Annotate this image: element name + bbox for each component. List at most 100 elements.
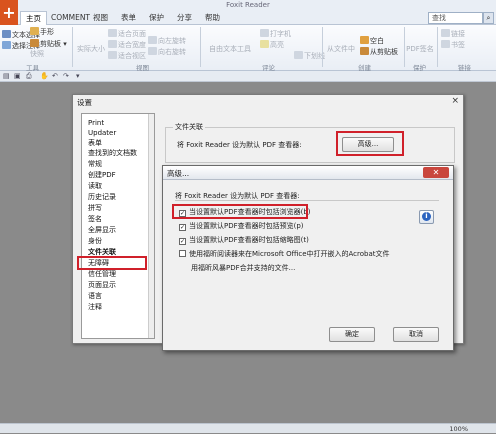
- clipboard-menu[interactable]: 剪贴板 ▾: [30, 39, 67, 49]
- tab-protect[interactable]: 保护: [144, 11, 169, 25]
- checkbox-checked-icon[interactable]: ✓: [179, 238, 186, 245]
- category-reading[interactable]: 读取: [88, 181, 102, 191]
- category-spelling[interactable]: 拼写: [88, 203, 102, 213]
- hand-quick-icon[interactable]: ✋: [40, 72, 49, 81]
- underline-tool[interactable]: 下划线: [294, 51, 325, 61]
- blank-page-icon: [360, 36, 369, 44]
- group-separator: [437, 27, 438, 67]
- select-annotation-icon: [2, 41, 11, 49]
- category-updater[interactable]: Updater: [88, 128, 116, 138]
- category-print[interactable]: Print: [88, 118, 104, 128]
- typewriter-tool[interactable]: 打字机: [260, 29, 291, 39]
- print-icon[interactable]: ⎙: [26, 72, 32, 81]
- group-separator: [200, 27, 201, 67]
- fit-visible-icon: [108, 51, 117, 59]
- save-icon[interactable]: ▣: [14, 72, 21, 81]
- file-association-label: 文件关联: [173, 122, 205, 132]
- rotate-left-button[interactable]: 向左旋转: [148, 36, 186, 46]
- advanced-close-icon[interactable]: ✕: [423, 167, 449, 178]
- pdf-sign-button[interactable]: PDF签名: [406, 45, 434, 54]
- tab-home[interactable]: 主页: [20, 11, 47, 25]
- link-icon: [441, 29, 450, 37]
- ok-button[interactable]: 确定: [329, 327, 375, 342]
- search-input[interactable]: 查找: [428, 12, 483, 24]
- bookmark-icon: [441, 40, 450, 48]
- redo-icon[interactable]: ↷: [63, 72, 69, 81]
- quick-access-toolbar: ▤ ▣ ⎙ ✋ ↶ ↷ ▾: [0, 71, 496, 82]
- free-text-tool[interactable]: 自由文本工具: [204, 45, 256, 54]
- fit-width-button[interactable]: 适合宽度: [108, 40, 146, 50]
- category-general[interactable]: 常规: [88, 159, 102, 169]
- tab-help[interactable]: 帮助: [200, 11, 225, 25]
- heading-divider: [175, 200, 439, 201]
- hand-icon: [30, 27, 39, 35]
- group-separator: [72, 27, 73, 67]
- underline-icon: [294, 51, 303, 59]
- search-icon[interactable]: ⌕: [483, 12, 494, 24]
- rotate-right-icon: [148, 47, 157, 55]
- rotate-left-icon: [148, 36, 157, 44]
- highlight-icon: [260, 40, 269, 48]
- info-button[interactable]: i: [419, 210, 434, 224]
- fit-visible-button[interactable]: 适合视区: [108, 51, 146, 61]
- title-bar: Foxit Reader: [0, 0, 496, 10]
- from-clipboard-icon: [360, 47, 369, 55]
- ribbon-tabs: 主页 COMMENT 视图 表单 保护 分享 帮助: [18, 10, 496, 25]
- checkbox-checked-icon[interactable]: ✓: [179, 224, 186, 231]
- category-full-screen[interactable]: 全屏显示: [88, 225, 116, 235]
- browser-option-highlight: [172, 204, 308, 219]
- bookmark-button[interactable]: 书签: [441, 40, 465, 50]
- category-list[interactable]: Print Updater 表单 查找到的文档数 常规 创建PDF 读取 历史记…: [81, 113, 155, 339]
- advanced-dialog-titlebar: 高级... ✕: [163, 166, 453, 180]
- create-from-file-button[interactable]: 从文件中: [326, 45, 356, 54]
- selected-category-highlight: [77, 256, 147, 270]
- category-forms[interactable]: 表单: [88, 138, 102, 148]
- actual-size-button[interactable]: 实际大小: [76, 45, 106, 54]
- from-clipboard-button[interactable]: 从剪贴板: [360, 47, 398, 57]
- category-scrollbar[interactable]: [148, 114, 154, 338]
- undo-icon[interactable]: ↶: [52, 72, 58, 81]
- category-search-count[interactable]: 查找到的文档数: [88, 148, 137, 158]
- rotate-right-button[interactable]: 向右旋转: [148, 47, 186, 57]
- link-button[interactable]: 链接: [441, 29, 465, 39]
- group-separator: [404, 27, 405, 67]
- advanced-dialog: 高级... ✕ 将 Foxit Reader 设为默认 PDF 查看器: ✓ 当设…: [162, 165, 454, 351]
- foxit-logo[interactable]: +: [0, 0, 18, 26]
- advanced-dialog-title: 高级...: [167, 169, 190, 178]
- tab-form[interactable]: 表单: [116, 11, 141, 25]
- category-page-display[interactable]: 页面显示: [88, 280, 116, 290]
- option-include-preview[interactable]: ✓ 当设置默认PDF查看器时包括预览(p): [179, 221, 304, 231]
- open-icon[interactable]: ▤: [3, 72, 10, 81]
- clipboard-icon: [30, 39, 39, 47]
- customize-chevron-icon[interactable]: ▾: [76, 72, 80, 81]
- status-bar: 100%: [0, 423, 496, 433]
- fit-page-icon: [108, 29, 117, 37]
- settings-dialog-title: 设置: [77, 98, 92, 107]
- category-history[interactable]: 历史记录: [88, 192, 116, 202]
- blank-page-button[interactable]: 空白: [360, 36, 384, 46]
- tab-share[interactable]: 分享: [172, 11, 197, 25]
- snapshot-tool[interactable]: 快照: [30, 50, 44, 59]
- settings-close-icon[interactable]: ×: [451, 96, 459, 106]
- tab-view[interactable]: 视图: [88, 11, 113, 25]
- highlight-tool[interactable]: 高亮: [260, 40, 284, 50]
- app-title: Foxit Reader: [226, 1, 270, 9]
- hand-tool[interactable]: 手形: [30, 27, 54, 37]
- category-language[interactable]: 语言: [88, 291, 102, 301]
- merge-support-note: 用福昕风暴PDF合并支持的文件...: [191, 264, 296, 272]
- category-trust-manager[interactable]: 信任管理: [88, 269, 116, 279]
- category-signature[interactable]: 签名: [88, 214, 102, 224]
- fit-page-button[interactable]: 适合页面: [108, 29, 146, 39]
- option-office-embedded[interactable]: 使用福昕阅读器来在Microsoft Office中打开嵌入的Acrobat文件: [179, 249, 390, 259]
- default-viewer-text: 将 Foxit Reader 设为默认 PDF 查看器:: [177, 141, 302, 149]
- category-create-pdf[interactable]: 创建PDF: [88, 170, 116, 180]
- category-comments[interactable]: 注释: [88, 302, 102, 312]
- checkbox-unchecked-icon[interactable]: [179, 250, 186, 257]
- advanced-button-highlight: [336, 131, 404, 156]
- cancel-button[interactable]: 取消: [393, 327, 439, 342]
- category-identity[interactable]: 身份: [88, 236, 102, 246]
- info-icon: i: [422, 212, 431, 221]
- fit-width-icon: [108, 40, 117, 48]
- text-select-icon: [2, 30, 11, 38]
- option-include-thumbnail[interactable]: ✓ 当设置默认PDF查看器时包括缩略图(t): [179, 235, 309, 245]
